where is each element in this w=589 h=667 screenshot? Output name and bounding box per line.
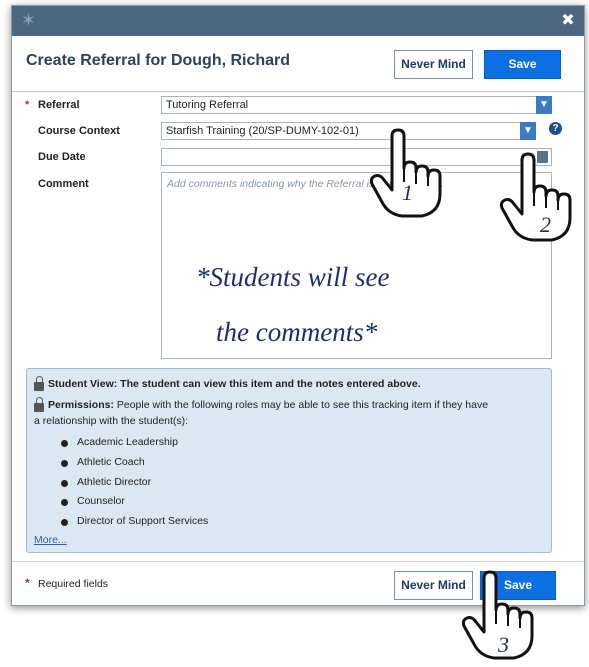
course-context-select[interactable]: Starfish Training (20/SP-DUMY-102-01) ▼ — [161, 122, 536, 140]
dialog-title: Create Referral for Dough, Richard — [26, 52, 291, 69]
never-mind-button[interactable]: Never Mind — [394, 571, 473, 600]
role-item: Academic Leadership — [77, 436, 178, 448]
dialog-header: Create Referral for Dough, Richard Never… — [12, 36, 584, 91]
student-view-description: The student can view this item and the n… — [120, 378, 421, 390]
permissions-text: Permissions: People with the following r… — [48, 399, 488, 411]
annotation-note-line1: *Students will see — [196, 262, 390, 292]
student-view-text: Student View: The student can view this … — [48, 378, 421, 390]
referral-select[interactable]: Tutoring Referral ▼ — [161, 96, 552, 114]
footer-divider — [12, 561, 584, 562]
required-star: * — [25, 99, 30, 111]
permissions-label: Permissions: — [48, 399, 114, 411]
role-item: Athletic Coach — [77, 456, 145, 468]
close-icon[interactable]: ✖ — [560, 12, 576, 30]
role-item: Counselor — [77, 495, 125, 507]
bullet — [61, 499, 68, 506]
bullet — [61, 460, 68, 467]
save-button-top[interactable]: Save — [484, 50, 561, 79]
bullet — [61, 440, 68, 447]
required-star: * — [25, 576, 30, 590]
save-button[interactable]: Save — [480, 571, 556, 600]
visibility-info-panel: Student View: The student can view this … — [26, 368, 552, 553]
lock-icon — [34, 397, 44, 412]
step-number: 2 — [540, 212, 551, 237]
due-date-label: Due Date — [38, 151, 86, 163]
required-fields-note: Required fields — [38, 578, 109, 590]
step-number: 3 — [498, 632, 509, 657]
never-mind-button-top[interactable]: Never Mind — [394, 50, 473, 79]
course-context-select-value: Starfish Training (20/SP-DUMY-102-01) — [166, 125, 359, 137]
referral-select-value: Tutoring Referral — [166, 99, 249, 111]
dialog-titlebar: ✶ ✖ — [12, 6, 584, 36]
annotation-note-line2: the comments* — [216, 317, 378, 347]
permissions-description: People with the following roles may be a… — [116, 399, 489, 411]
create-referral-dialog: ✶ ✖ Create Referral for Dough, Richard N… — [11, 5, 585, 606]
permissions-description-line2: a relationship with the student(s): — [34, 415, 189, 427]
role-item: Athletic Director — [77, 476, 152, 488]
course-context-label: Course Context — [38, 125, 120, 137]
role-item: Director of Support Services — [77, 515, 209, 527]
calendar-icon[interactable] — [537, 151, 548, 163]
due-date-input[interactable] — [161, 148, 552, 166]
comment-label: Comment — [38, 178, 89, 190]
bullet — [61, 519, 68, 526]
student-view-label: Student View: — [48, 378, 118, 390]
starfish-logo-icon: ✶ — [21, 10, 37, 30]
referral-label: Referral — [38, 99, 80, 111]
step-number: 1 — [402, 180, 413, 205]
help-icon[interactable]: ? — [549, 122, 562, 135]
chevron-down-icon[interactable]: ▼ — [520, 122, 536, 140]
lock-icon — [34, 376, 44, 391]
bullet — [61, 480, 68, 487]
header-divider — [12, 91, 584, 92]
chevron-down-icon[interactable]: ▼ — [536, 96, 552, 114]
more-link[interactable]: More... — [34, 534, 67, 546]
